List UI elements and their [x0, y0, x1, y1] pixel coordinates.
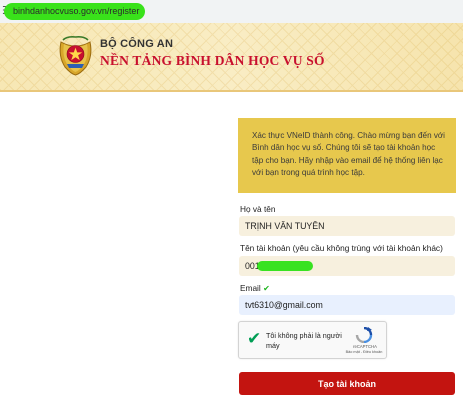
- username-field[interactable]: [239, 256, 455, 276]
- captcha-checkmark-icon[interactable]: ✔: [247, 330, 263, 348]
- police-emblem-icon: [59, 36, 92, 76]
- fullname-input[interactable]: [245, 216, 455, 236]
- platform-name: NỀN TẢNG BÌNH DÂN HỌC VỤ SỐ: [100, 53, 325, 68]
- recaptcha-logo-icon: [355, 327, 373, 343]
- captcha-label[interactable]: Tôi không phải là người máy: [266, 331, 344, 351]
- site-header: BỘ CÔNG AN NỀN TẢNG BÌNH DÂN HỌC VỤ SỐ: [0, 23, 463, 92]
- recaptcha-terms[interactable]: Bảo mật - Điều khoản: [342, 350, 386, 354]
- url-text[interactable]: binhdanhocvuso.gov.vn/register: [4, 3, 146, 20]
- redaction-mark: [257, 261, 313, 271]
- create-account-button[interactable]: Tạo tài khoản: [239, 372, 455, 395]
- email-label-text: Email: [240, 283, 261, 293]
- username-label: Tên tài khoản (yêu cầu không trùng với t…: [240, 243, 443, 253]
- email-input[interactable]: [245, 295, 455, 315]
- checkmark-icon: ✔: [263, 284, 270, 293]
- fullname-label: Họ và tên: [240, 204, 276, 214]
- fullname-field[interactable]: [239, 216, 455, 236]
- recaptcha-widget[interactable]: ✔ Tôi không phải là người máy reCAPTCHA …: [238, 321, 387, 359]
- email-label: Email ✔: [240, 283, 270, 293]
- success-notice: Xác thực VNeID thành công. Chào mừng bạn…: [238, 118, 456, 193]
- recaptcha-brand: reCAPTCHA: [353, 344, 377, 349]
- browser-address-bar[interactable]: ☰ binhdanhocvuso.gov.vn/register: [0, 0, 463, 24]
- email-field[interactable]: [239, 295, 455, 315]
- organization-name: BỘ CÔNG AN: [100, 38, 174, 50]
